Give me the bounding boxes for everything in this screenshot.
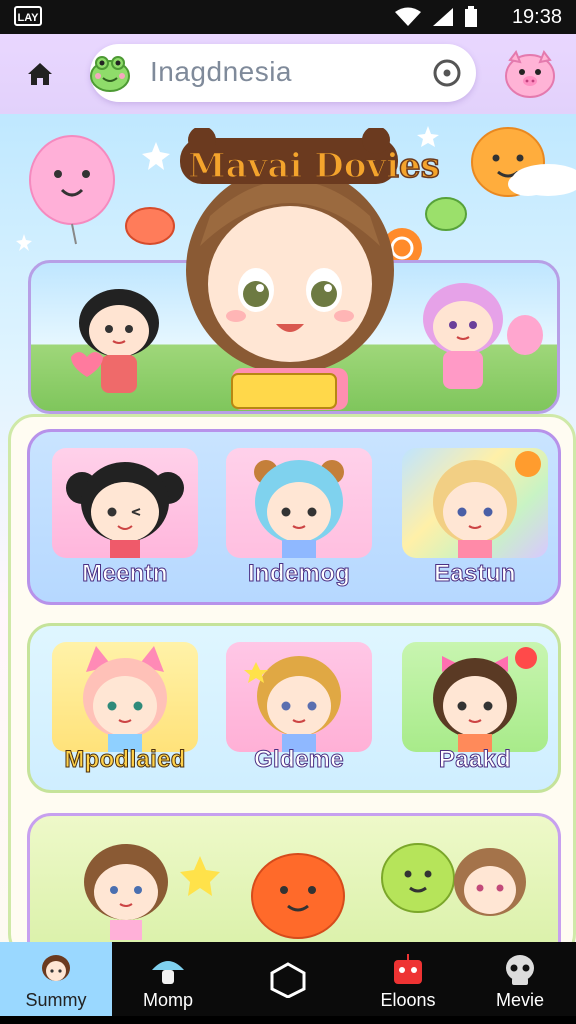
character-row-3: [27, 813, 561, 942]
character-name-6: Paakd: [438, 746, 512, 774]
balloon-small-icon: [507, 315, 543, 355]
app-logo-icon: LAY: [14, 6, 42, 26]
character-tile-2[interactable]: [226, 448, 372, 558]
frog-mascot-icon: [90, 56, 130, 92]
signal-icon: [433, 8, 453, 26]
character-tile-5[interactable]: [226, 642, 372, 752]
status-bar: LAY 19:38: [0, 0, 576, 34]
row3-illustration: [84, 843, 526, 940]
app-bar: Inagdnesia: [0, 34, 576, 114]
status-icons: [394, 6, 478, 28]
pig-avatar-button[interactable]: [502, 48, 558, 100]
hexagon-icon: [270, 962, 306, 998]
bottom-navigation: Summy Momp Eloons Mevie: [0, 942, 576, 1024]
home-icon: [28, 63, 52, 85]
girl-blonde-hair-icon: [433, 451, 541, 558]
tab-label-mevie: Mevie: [495, 990, 544, 1010]
search-bar[interactable]: Inagdnesia: [90, 44, 476, 102]
character-panel: Meentn Indemog Eastun Mpodlaied Gldeme P…: [8, 414, 576, 942]
mushroom-icon: [152, 961, 184, 984]
wifi-icon: [395, 7, 421, 26]
tab-label-eloons: Eloons: [380, 990, 436, 1010]
character-name-1: Meentn: [82, 560, 169, 588]
tab-eloons[interactable]: Eloons: [352, 942, 464, 1024]
girl-twin-buns-icon: [66, 462, 184, 558]
character-tile-3[interactable]: [402, 448, 548, 558]
girl-brown-hair-bow-icon: [433, 647, 537, 752]
character-name-5: Gldeme: [254, 746, 345, 774]
orange-blob-creature-icon: [251, 853, 345, 939]
girl-orange-hair-icon: [244, 656, 341, 752]
main-content: Mavai Dovies Meentn Indemog Eastun Mpodl…: [0, 114, 576, 942]
search-input[interactable]: Inagdnesia: [150, 56, 292, 88]
skull-icon: [506, 955, 534, 985]
tab-hexagon[interactable]: [232, 942, 344, 1024]
girl-cat-ears-icon: [83, 646, 167, 752]
girl-pink-eyes-icon: [454, 848, 526, 916]
character-tile-4[interactable]: [52, 642, 198, 752]
character-row-1: Meentn Indemog Eastun: [27, 429, 561, 605]
target-icon: [433, 59, 461, 87]
robot-icon: [394, 954, 422, 984]
girl-blue-hair-icon: [254, 460, 344, 558]
system-nav-strip: [0, 1016, 576, 1024]
character-tile-6[interactable]: [402, 642, 548, 752]
girl-black-hair-icon: [79, 289, 159, 393]
girl-brown-hair-icon: [84, 844, 168, 940]
heart-icon: [71, 352, 103, 377]
character-tile-1[interactable]: [52, 448, 198, 558]
green-blob-creature-icon: [381, 843, 455, 913]
battery-icon: [465, 6, 477, 27]
girl-pink-hair-icon: [423, 283, 503, 389]
tab-momp[interactable]: Momp: [112, 942, 224, 1024]
tab-summy[interactable]: Summy: [0, 942, 112, 1024]
status-time: 19:38: [511, 6, 562, 28]
fruit-red-icon: [125, 207, 175, 245]
character-name-2: Indemog: [247, 560, 351, 588]
leaf-green-icon: [425, 197, 467, 231]
character-name-4: Mpodlaied: [64, 746, 186, 774]
tab-mevie[interactable]: Mevie: [464, 942, 576, 1024]
banner-title-badge: Mavai Dovies: [176, 128, 441, 188]
banner-title: Mavai Dovies: [187, 145, 440, 187]
balloon-pink-icon: [29, 135, 115, 245]
character-name-3: Eastun: [434, 560, 517, 588]
star-yellow-icon: [180, 856, 220, 896]
girl-avatar-icon: [42, 955, 70, 981]
tab-label-momp: Momp: [142, 990, 193, 1010]
character-row-2: Mpodlaied Gldeme Paakd: [27, 623, 561, 793]
tab-label-summy: Summy: [25, 990, 87, 1010]
search-action-button[interactable]: [428, 54, 466, 92]
home-button[interactable]: [22, 56, 58, 92]
